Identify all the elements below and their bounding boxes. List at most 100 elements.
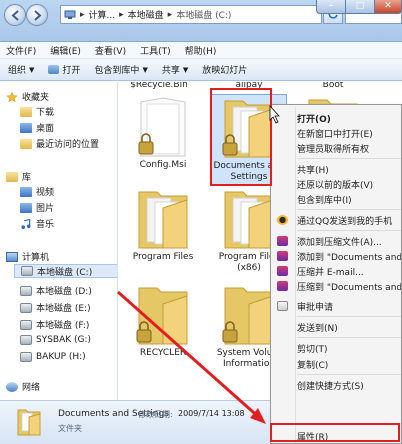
nav-desktop[interactable]: 桌面 <box>20 121 54 134</box>
menu-item-audit-label: 审批申请 <box>297 302 334 313</box>
menu-item-create-shortcut[interactable]: 创建快捷方式(S) <box>271 378 401 392</box>
file-item-config-msi[interactable]: Config.Msi <box>125 94 201 176</box>
nav-recent[interactable]: 最近访问的位置 <box>20 137 99 150</box>
file-name: RECYCLER <box>139 348 187 358</box>
winrar-icon <box>277 251 288 261</box>
folder-icon <box>17 409 41 436</box>
forward-button[interactable] <box>26 4 48 26</box>
menu-item-compress-to-email[interactable]: 压缩到 "Documents and S <box>271 279 401 293</box>
menu-bar: 文件(F) 编辑(E) 查看(V) 工具(T) 帮助(H) <box>0 42 402 59</box>
recent-places-icon <box>20 138 32 149</box>
drive-icon <box>20 335 32 345</box>
chevron-down-icon: ▼ <box>29 65 35 74</box>
downloads-folder-icon <box>20 106 32 117</box>
menu-item-take-ownership[interactable]: 管理员取得所有权 <box>271 141 401 155</box>
nav-drive-e[interactable]: 本地磁盘 (E:) <box>20 301 91 314</box>
nav-pictures[interactable]: 图片 <box>20 201 54 214</box>
breadcrumb-computer[interactable]: 计算... <box>89 8 116 21</box>
share-label: 共享 <box>161 66 180 76</box>
open-icon <box>48 65 60 74</box>
nav-libraries[interactable]: 库 <box>6 170 31 183</box>
menu-item-add-archive-label: 添加到压缩文件(A)... <box>297 237 382 248</box>
file-name: $Recycle.Bin <box>130 82 188 90</box>
menu-item-audit[interactable]: 审批申请 <box>271 299 401 313</box>
menu-item-send-qq[interactable]: 通过QQ发送到我的手机 <box>271 213 401 227</box>
nav-drive-c-label: 本地磁盘 (C:) <box>37 267 93 278</box>
drive-icon <box>20 352 32 362</box>
menu-item-share[interactable]: 共享(H) <box>271 162 401 176</box>
nav-libraries-label: 库 <box>22 173 32 183</box>
winrar-icon <box>277 281 288 291</box>
include-library-button[interactable]: 包含到库中 ▼ <box>94 63 147 77</box>
nav-drive-h[interactable]: BAKUP (H:) <box>20 352 86 362</box>
menu-tools[interactable]: 工具(T) <box>140 44 171 57</box>
nav-drive-f[interactable]: 本地磁盘 (F:) <box>20 318 89 331</box>
file-item-boot[interactable]: Boot <box>295 82 371 91</box>
menu-separator <box>297 316 401 317</box>
maximize-label: □ <box>355 1 365 11</box>
computer-icon <box>6 251 18 262</box>
slideshow-button[interactable]: 放映幻灯片 <box>202 63 247 76</box>
nav-desktop-label: 桌面 <box>36 124 55 134</box>
address-field[interactable]: ▸ 计算... ▸ 本地磁盘 ▸ 本地磁盘 (C:) <box>60 5 322 24</box>
audit-icon <box>277 301 288 311</box>
menu-file[interactable]: 文件(F) <box>6 44 36 57</box>
arrow-right-icon <box>34 10 42 21</box>
command-bar: 组织 ▼ 打开 包含到库中 ▼ 共享 ▼ 放映幻灯片 <box>0 59 402 81</box>
nav-music-label: 音乐 <box>36 220 55 230</box>
breadcrumb-drive-c[interactable]: 本地磁盘 (C:) <box>176 8 231 21</box>
menu-item-restore-previous[interactable]: 还原以前的版本(V) <box>271 177 401 191</box>
desktop-icon <box>20 122 32 133</box>
file-name: Boot <box>322 82 344 90</box>
menu-item-compress-email[interactable]: 压缩并 E-mail... <box>271 264 401 278</box>
breadcrumb-separator: ▸ <box>119 9 124 20</box>
slideshow-label: 放映幻灯片 <box>202 66 248 76</box>
close-button[interactable]: ✕ <box>374 0 402 14</box>
file-item-recycle-bin-top[interactable]: $Recycle.Bin <box>121 82 197 91</box>
nav-network[interactable]: 网络 <box>6 380 40 393</box>
menu-item-copy[interactable]: 复制(C) <box>271 357 401 371</box>
organize-button[interactable]: 组织 ▼ <box>8 63 35 77</box>
menu-item-cut[interactable]: 剪切(T) <box>271 341 401 355</box>
menu-item-add-archive[interactable]: 添加到压缩文件(A)... <box>271 234 401 248</box>
nav-drive-g[interactable]: SYSBAK (G:) <box>20 335 91 345</box>
locked-folder-icon <box>138 97 186 157</box>
nav-music[interactable]: 音乐 <box>20 217 54 230</box>
file-item-recycler[interactable]: RECYCLER <box>125 282 201 364</box>
music-note-icon <box>21 218 31 229</box>
menu-item-open-new-window[interactable]: 在新窗口中打开(E) <box>271 126 401 140</box>
nav-drive-c[interactable]: 本地磁盘 (C:) <box>14 264 117 278</box>
menu-view[interactable]: 查看(V) <box>95 44 126 57</box>
minimize-button[interactable]: – <box>316 0 346 14</box>
menu-edit[interactable]: 编辑(E) <box>50 44 81 57</box>
nav-videos[interactable]: 视频 <box>20 185 54 198</box>
file-name: Config.Msi <box>139 160 187 170</box>
file-name: Program Files <box>132 252 194 262</box>
open-button[interactable]: 打开 <box>48 63 80 76</box>
close-label: ✕ <box>384 1 392 11</box>
nav-favorites[interactable]: 收藏夹 <box>6 90 49 103</box>
maximize-button[interactable]: □ <box>345 0 375 14</box>
nav-downloads[interactable]: 下载 <box>20 105 54 118</box>
menu-item-add-documents-rar[interactable]: 添加到 "Documents and S <box>271 249 401 263</box>
back-button[interactable] <box>4 4 26 26</box>
menu-item-send-to[interactable]: 发送到(N) <box>271 320 401 334</box>
winrar-icon <box>277 236 288 246</box>
breadcrumb-local-disk[interactable]: 本地磁盘 <box>128 8 164 21</box>
computer-icon <box>64 10 76 19</box>
menu-help[interactable]: 帮助(H) <box>185 44 217 57</box>
context-menu: 打开(O) 在新窗口中打开(E) 管理员取得所有权 共享(H) 还原以前的版本(… <box>270 104 402 444</box>
winrar-icon <box>277 266 288 276</box>
details-file-type: 文件夹 <box>58 424 82 433</box>
menu-separator <box>297 374 401 375</box>
breadcrumb-separator: ▸ <box>167 9 173 20</box>
menu-item-open[interactable]: 打开(O) <box>271 111 401 125</box>
nav-favorites-label: 收藏夹 <box>22 93 50 103</box>
nav-drive-d[interactable]: 本地磁盘 (D:) <box>20 284 92 297</box>
nav-computer[interactable]: 计算机 <box>6 250 49 263</box>
share-button[interactable]: 共享 ▼ <box>161 63 188 77</box>
details-modified-value: 2009/7/14 13:08 <box>178 409 245 418</box>
include-library-label: 包含到库中 <box>94 66 140 76</box>
file-item-program-files[interactable]: Program Files <box>125 186 201 272</box>
menu-item-include-library[interactable]: 包含到库中(I) <box>271 192 401 206</box>
